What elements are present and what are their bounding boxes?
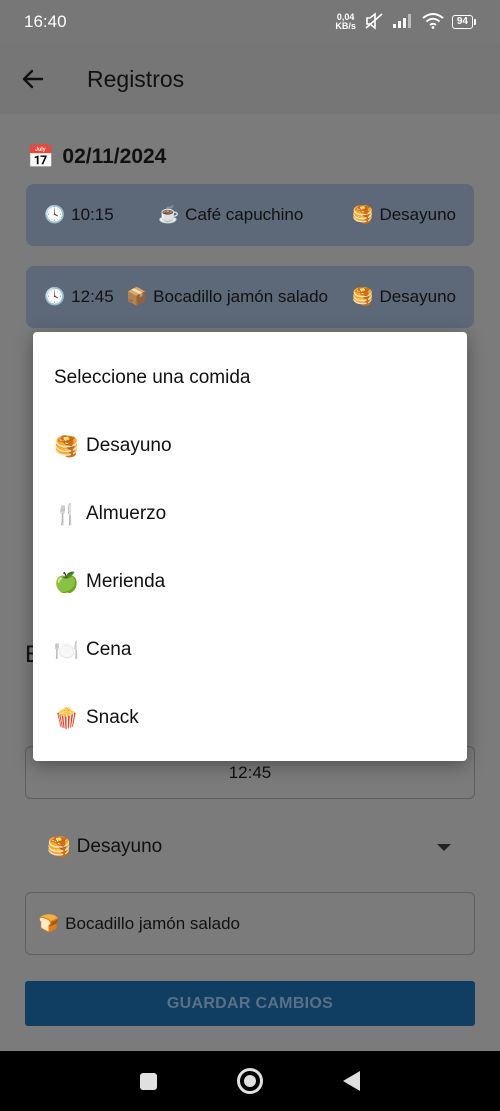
- dialog-option-snack[interactable]: 🍿 Snack: [54, 698, 454, 738]
- home-icon[interactable]: [237, 1068, 263, 1094]
- pancakes-icon: 🥞: [352, 287, 374, 306]
- mute-icon: [364, 12, 384, 32]
- record-time: 🕓 10:15: [44, 205, 114, 224]
- calendar-icon: 📅: [27, 144, 55, 169]
- plate-icon: 🍽️: [54, 639, 79, 662]
- record-card[interactable]: 🕓 12:45 📦 Bocadillo jamón salado 🥞 Desay…: [26, 266, 474, 328]
- option-label: Merienda: [86, 571, 166, 592]
- back-icon[interactable]: [343, 1071, 360, 1091]
- package-icon: 📦: [126, 287, 148, 306]
- option-label: Cena: [86, 639, 132, 660]
- network-speed-unit: KB/s: [335, 21, 356, 31]
- bread-icon: 🍞: [38, 913, 60, 933]
- pancakes-icon: 🥞: [352, 205, 374, 224]
- coffee-icon: ☕: [158, 205, 180, 224]
- dialog-option-desayuno[interactable]: 🥞 Desayuno: [54, 426, 454, 466]
- date-label: 02/11/2024: [62, 145, 167, 168]
- signal-icon: [392, 13, 414, 31]
- record-card[interactable]: 🕓 10:15 ☕ Café capuchino 🥞 Desayuno: [26, 184, 474, 246]
- record-food: 📦 Bocadillo jamón salado: [126, 287, 329, 306]
- fork-knife-icon: 🍴: [54, 503, 79, 526]
- meal-select[interactable]: 🥞 Desayuno: [25, 818, 475, 876]
- battery-level: 94: [451, 15, 473, 29]
- navigation-bar: [0, 1051, 500, 1111]
- pancakes-icon: 🥞: [54, 435, 79, 458]
- dialog-option-merienda[interactable]: 🍏 Merienda: [54, 562, 454, 602]
- recents-icon[interactable]: [140, 1072, 157, 1090]
- apple-icon: 🍏: [54, 571, 79, 594]
- status-time: 16:40: [24, 12, 67, 31]
- pancakes-icon: 🥞: [47, 837, 71, 858]
- battery-icon: 94: [451, 15, 476, 29]
- record-food: ☕ Café capuchino: [158, 205, 304, 224]
- dialog-title: Seleccione una comida: [54, 367, 251, 388]
- record-meal: 🥞 Desayuno: [352, 287, 456, 306]
- popcorn-icon: 🍿: [54, 707, 79, 730]
- meal-dialog: Seleccione una comida 🥞 Desayuno 🍴 Almue…: [33, 332, 467, 761]
- date-header: 📅 02/11/2024: [27, 144, 166, 170]
- food-field-value: Bocadillo jamón salado: [65, 913, 241, 933]
- status-icons: 0,04 KB/s 94: [335, 12, 476, 32]
- back-arrow-icon[interactable]: [21, 67, 45, 91]
- option-label: Almuerzo: [86, 503, 167, 524]
- option-label: Desayuno: [86, 435, 172, 456]
- dialog-option-almuerzo[interactable]: 🍴 Almuerzo: [54, 494, 454, 534]
- food-field[interactable]: 🍞 Bocadillo jamón salado: [25, 892, 475, 955]
- clock-icon: 🕓: [44, 287, 66, 306]
- record-time: 🕓 12:45: [44, 287, 114, 306]
- save-changes-button[interactable]: GUARDAR CAMBIOS: [25, 981, 475, 1026]
- network-speed: 0,04 KB/s: [335, 13, 356, 31]
- wifi-icon: [422, 13, 444, 31]
- record-meal: 🥞 Desayuno: [352, 205, 456, 224]
- page-title: Registros: [87, 65, 185, 92]
- dialog-option-cena[interactable]: 🍽️ Cena: [54, 630, 454, 670]
- option-label: Snack: [86, 707, 139, 728]
- clock-icon: 🕓: [44, 205, 66, 224]
- meal-select-value: Desayuno: [76, 836, 163, 857]
- dropdown-arrow-icon: [437, 844, 451, 851]
- app-bar: Registros: [0, 44, 500, 114]
- status-bar: 16:40 0,04 KB/s 94: [0, 0, 500, 44]
